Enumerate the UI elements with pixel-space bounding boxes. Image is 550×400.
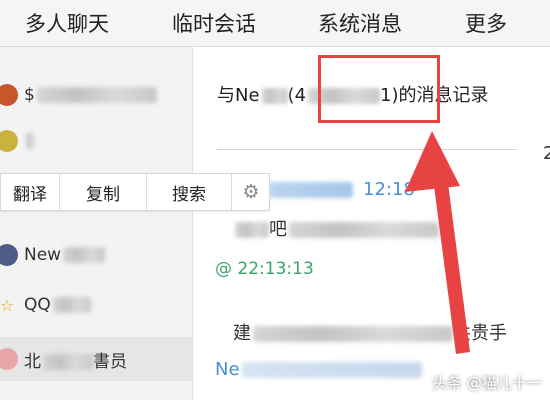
avatar-icon — [0, 130, 18, 152]
contact-name: $ — [24, 85, 157, 105]
search-button[interactable]: 搜索 — [147, 174, 232, 210]
gear-icon[interactable]: ⚙ — [232, 174, 270, 210]
contact-name: 北書员 — [24, 351, 127, 372]
message-text[interactable]: 建共贵手 — [233, 319, 507, 345]
avatar-icon — [0, 244, 18, 266]
watermark: 头条 @猫儿十一 — [432, 374, 542, 392]
contact-item[interactable]: New — [0, 233, 192, 277]
message-sender: Ne — [215, 359, 422, 380]
contact-item[interactable]: 北書员 — [0, 337, 192, 381]
message-sender — [267, 179, 353, 200]
contact-name: QQ — [24, 295, 91, 315]
tab-group-chat[interactable]: 多人聊天 — [25, 8, 109, 38]
contact-item[interactable] — [0, 119, 192, 163]
date-label: 2 — [543, 143, 550, 164]
translate-button[interactable]: 翻译 — [1, 174, 60, 210]
tab-more[interactable]: 更多 — [465, 8, 507, 38]
divider — [217, 149, 517, 150]
tab-system-messages[interactable]: 系统消息 — [318, 8, 402, 38]
tab-temp-session[interactable]: 临时会话 — [172, 8, 256, 38]
star-icon: ☆ — [0, 295, 15, 315]
contact-name: New — [24, 245, 106, 265]
context-toolbar: 翻译 复制 搜索 ⚙ — [0, 173, 270, 211]
avatar-icon — [0, 84, 18, 106]
avatar-icon — [0, 348, 18, 370]
message-time: @ 22:13:13 — [215, 259, 314, 279]
message-time: 12:18 — [363, 179, 415, 200]
contact-item[interactable]: $ — [0, 73, 192, 117]
copy-button[interactable]: 复制 — [60, 174, 147, 210]
message-text[interactable]: 吧 — [233, 215, 439, 241]
contact-item[interactable]: ☆ QQ — [0, 283, 192, 327]
contact-name — [24, 131, 34, 151]
highlight-box — [318, 55, 440, 123]
top-tab-bar: 多人聊天 临时会话 系统消息 更多 — [0, 0, 550, 47]
contact-list: $ New ☆ QQ 北書员 — [0, 47, 193, 400]
